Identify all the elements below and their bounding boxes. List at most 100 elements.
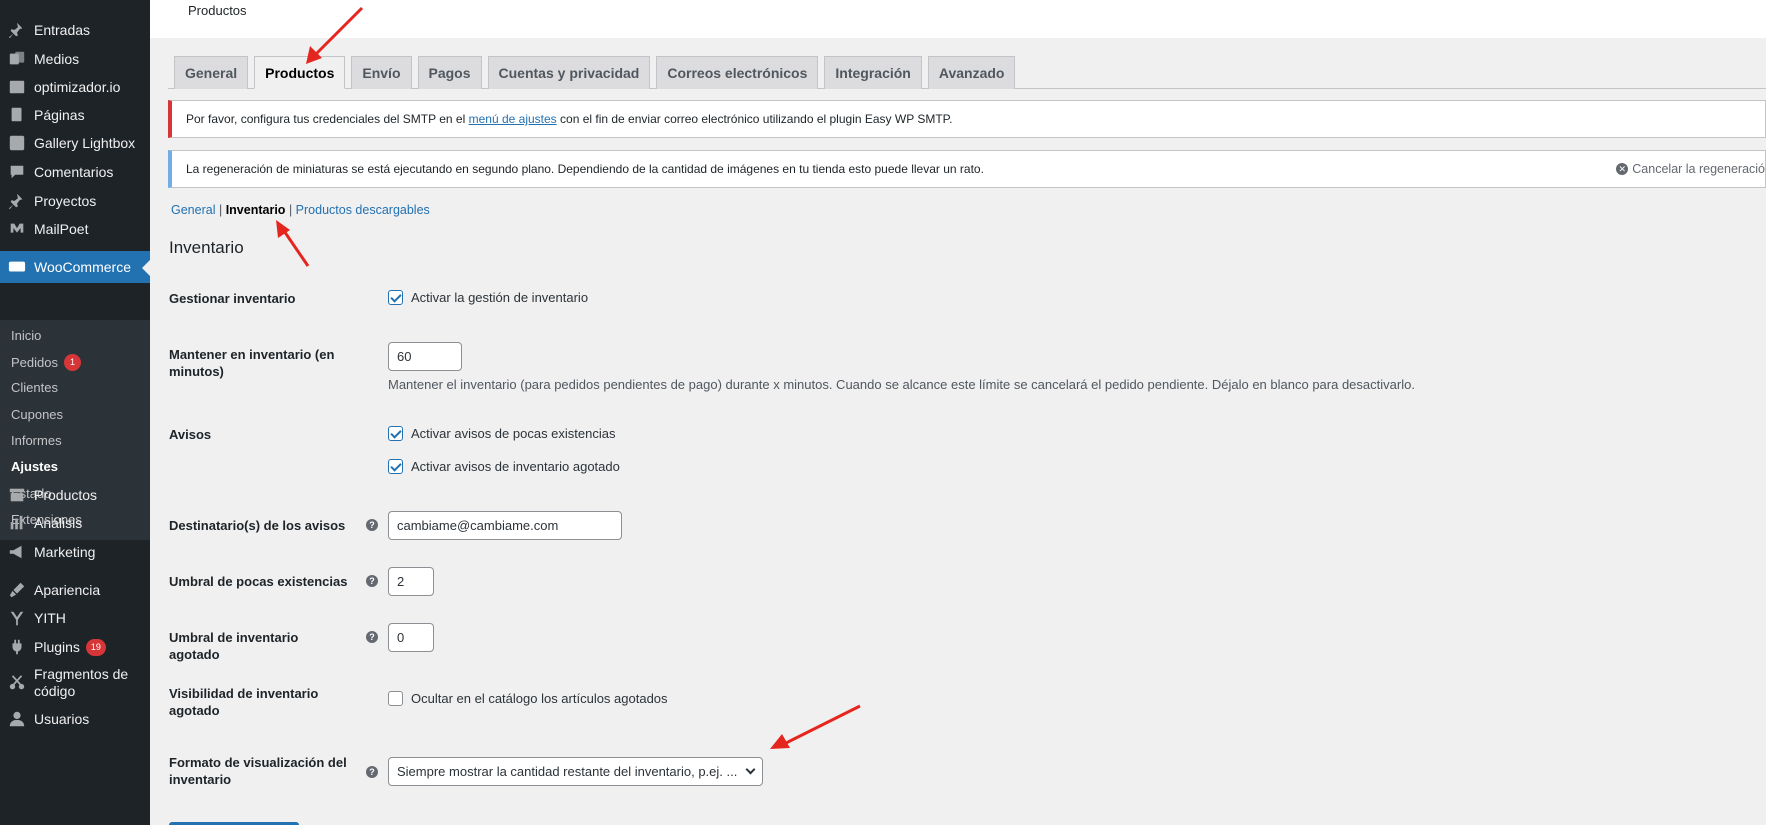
- out-of-stock-notice-checkbox[interactable]: [388, 459, 403, 474]
- hide-out-of-stock-label: Ocultar en el catálogo los artículos ago…: [411, 691, 668, 706]
- out-of-stock-threshold-input[interactable]: 0: [388, 623, 434, 652]
- sidebar-item-label: Marketing: [34, 543, 96, 560]
- sidebar-item-label: optimizador.io: [34, 78, 121, 95]
- sidebar-item-yith[interactable]: YITH: [0, 602, 150, 634]
- submenu-item-inicio[interactable]: Inicio: [11, 328, 41, 343]
- submenu-item-informes[interactable]: Informes: [11, 433, 62, 448]
- sidebar-item-label: Productos: [34, 486, 98, 503]
- help-tip-icon[interactable]: ?: [366, 631, 378, 643]
- submenu-item-label: Clientes: [11, 380, 58, 395]
- notification-recipient-input[interactable]: cambiame@cambiame.com: [388, 511, 622, 540]
- sidebar-item-label: Comentarios: [34, 163, 114, 180]
- sidebar-item-entradas[interactable]: Entradas: [0, 14, 150, 46]
- help-tip-icon[interactable]: ?: [366, 766, 378, 778]
- annotation-arrow: [770, 704, 861, 749]
- sidebar-item-marketing[interactable]: Marketing: [0, 536, 150, 568]
- plugin-icon: [0, 638, 34, 656]
- chevron-down-icon: [745, 764, 756, 775]
- tab-integracion[interactable]: Integración: [824, 56, 922, 89]
- woocommerce-icon: [0, 258, 34, 276]
- hold-stock-label: Mantener en inventario (en minutos): [169, 347, 335, 379]
- sidebar-item-mailpoet[interactable]: MailPoet: [0, 213, 150, 245]
- hide-out-of-stock-option[interactable]: Ocultar en el catálogo los artículos ago…: [388, 691, 668, 706]
- sidebar-item-label: MailPoet: [34, 220, 89, 237]
- yith-icon: [0, 609, 34, 627]
- sidebar-item-woocommerce[interactable]: WooCommerce: [0, 251, 150, 283]
- notification-recipient-label: Destinatario(s) de los avisos: [169, 518, 346, 533]
- subnav-productos-descargables[interactable]: Productos descargables: [296, 203, 430, 217]
- tab-cuentas-privacidad[interactable]: Cuentas y privacidad: [487, 56, 651, 89]
- tab-correos[interactable]: Correos electrónicos: [656, 56, 819, 89]
- gallery-icon: [0, 134, 34, 152]
- media-icon: [0, 50, 34, 68]
- out-of-stock-threshold-label: Umbral de inventario agotado: [169, 630, 299, 662]
- stock-format-select[interactable]: Siempre mostrar la cantidad restante del…: [388, 757, 763, 786]
- sidebar-item-label: Proyectos: [34, 192, 97, 209]
- subnav-general[interactable]: General: [171, 203, 215, 217]
- submenu-item-label: Inicio: [11, 328, 42, 343]
- cancel-regeneration-label: Cancelar la regeneració: [1632, 162, 1765, 176]
- submenu-item-ajustes[interactable]: Ajustes: [11, 459, 58, 474]
- annotation-arrow: [276, 220, 310, 267]
- sidebar-item-fragmentos-de-c-digo[interactable]: Fragmentos de código: [0, 663, 150, 703]
- subnav-separator: |: [218, 203, 223, 217]
- chart-bar-icon: [0, 514, 34, 532]
- regeneration-notice-text: La regeneración de miniaturas se está ej…: [186, 162, 984, 176]
- page-header: Productos: [150, 0, 1766, 38]
- sidebar-item-gallery-lightbox[interactable]: Gallery Lightbox: [0, 127, 150, 159]
- hide-out-of-stock-checkbox[interactable]: [388, 691, 403, 706]
- sidebar-item-label: Análisis: [34, 514, 83, 531]
- smtp-settings-link[interactable]: menú de ajustes: [469, 112, 557, 126]
- submenu-item-label: Cupones: [11, 407, 64, 422]
- sidebar-item-an-lisis[interactable]: Análisis: [0, 507, 150, 539]
- submenu-item-clientes[interactable]: Clientes: [11, 380, 58, 395]
- help-tip-icon[interactable]: ?: [366, 519, 378, 531]
- subnav-inventario[interactable]: Inventario: [226, 203, 286, 217]
- low-stock-notice-option[interactable]: Activar avisos de pocas existencias: [388, 426, 615, 441]
- sidebar-item-label: Gallery Lightbox: [34, 134, 136, 151]
- stock-format-label: Formato de visualización del inventario: [169, 755, 347, 787]
- smtp-notice-text-after: con el fin de enviar correo electrónico …: [560, 112, 953, 126]
- manage-stock-option[interactable]: Activar la gestión de inventario: [388, 290, 588, 305]
- sidebar-item-label: WooCommerce: [34, 258, 131, 275]
- sidebar-item-label: Medios: [34, 50, 80, 67]
- low-stock-notice-label: Activar avisos de pocas existencias: [411, 426, 616, 441]
- smtp-notice-text-before: Por favor, configura tus credenciales de…: [186, 112, 466, 126]
- manage-stock-checkbox[interactable]: [388, 290, 403, 305]
- sidebar-item-label: Usuarios: [34, 710, 90, 727]
- pin-icon: [0, 192, 34, 210]
- submenu-item-label: Pedidos: [11, 355, 58, 370]
- section-subnav: General | Inventario | Productos descarg…: [171, 203, 430, 217]
- submenu-item-label: Informes: [11, 433, 62, 448]
- section-title: Inventario: [169, 238, 244, 257]
- low-stock-threshold-input[interactable]: 2: [388, 567, 434, 596]
- order-count-badge: 1: [63, 354, 81, 371]
- tab-productos[interactable]: Productos: [254, 56, 346, 89]
- tab-general[interactable]: General: [174, 56, 249, 89]
- sidebar-item-usuarios[interactable]: Usuarios: [0, 703, 150, 735]
- scissors-icon: [0, 674, 34, 692]
- low-stock-notice-checkbox[interactable]: [388, 426, 403, 441]
- close-circle-icon: ✕: [1616, 163, 1629, 175]
- sidebar-item-plugins[interactable]: Plugins 19: [0, 631, 150, 663]
- manage-stock-label: Gestionar inventario: [169, 291, 296, 306]
- tab-pagos[interactable]: Pagos: [417, 56, 482, 89]
- tab-avanzado[interactable]: Avanzado: [927, 56, 1016, 89]
- manage-stock-checkbox-label: Activar la gestión de inventario: [411, 290, 589, 305]
- help-tip-icon[interactable]: ?: [366, 575, 378, 587]
- sidebar-item-label: Fragmentos de código: [34, 666, 129, 699]
- submenu-item-cupones[interactable]: Cupones: [11, 407, 63, 422]
- image-icon: [0, 78, 34, 96]
- regeneration-notice: La regeneración de miniaturas se está ej…: [168, 150, 1766, 188]
- cancel-regeneration-link[interactable]: ✕ Cancelar la regeneració: [1616, 151, 1765, 187]
- sidebar-item-label: Plugins: [34, 638, 80, 655]
- pages-icon: [0, 106, 34, 124]
- out-of-stock-notice-option[interactable]: Activar avisos de inventario agotado: [388, 459, 620, 474]
- submenu-item-label: Ajustes: [11, 459, 58, 474]
- sidebar-item-comentarios[interactable]: Comentarios: [0, 156, 150, 188]
- page-title: Productos: [188, 3, 247, 18]
- low-stock-threshold-label: Umbral de pocas existencias: [169, 574, 348, 589]
- submenu-item-pedidos[interactable]: Pedidos 1: [11, 354, 81, 371]
- hold-stock-input[interactable]: 60: [388, 342, 462, 371]
- tab-envio[interactable]: Envío: [351, 56, 412, 89]
